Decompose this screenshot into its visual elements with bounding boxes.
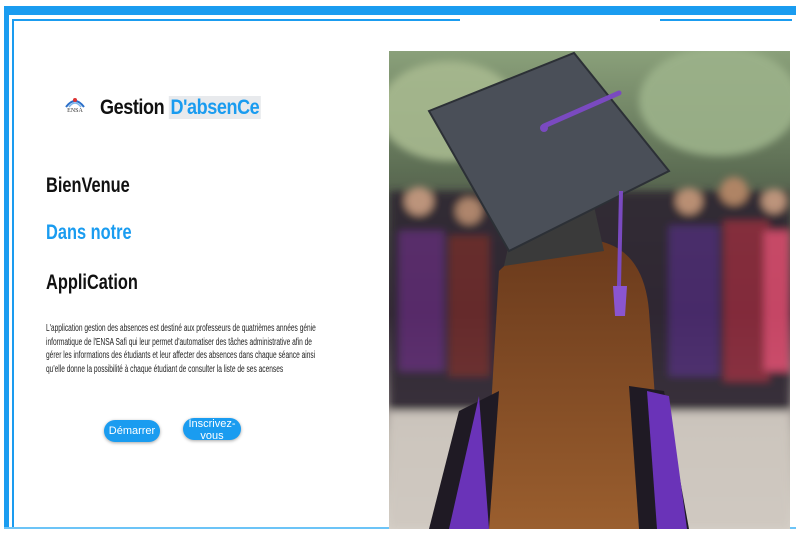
start-button[interactable]: Démarrer (104, 420, 160, 442)
welcome-subheading: Dans notre (46, 221, 132, 244)
logo-mark-icon (65, 98, 85, 108)
graduation-photo (389, 51, 790, 529)
left-border-line (12, 19, 14, 528)
top-border-gap (460, 19, 660, 21)
ensa-logo: ENSA (60, 95, 90, 121)
graduate-image (389, 51, 790, 529)
top-border-bar (4, 6, 796, 15)
welcome-heading: BienVenue (46, 174, 130, 197)
logo-text: ENSA (67, 108, 83, 114)
top-border-line (12, 19, 792, 21)
app-title-prefix: Gestion (100, 96, 165, 119)
signup-button[interactable]: Inscrivez-vous (183, 418, 241, 442)
application-heading: AppliCation (46, 271, 138, 294)
left-border-bar (4, 6, 9, 528)
app-description: L'application gestion des absences est d… (46, 323, 316, 375)
app-title-highlight: D'absenCe (168, 96, 262, 119)
app-title: Gestion D'absenCe (100, 96, 262, 120)
